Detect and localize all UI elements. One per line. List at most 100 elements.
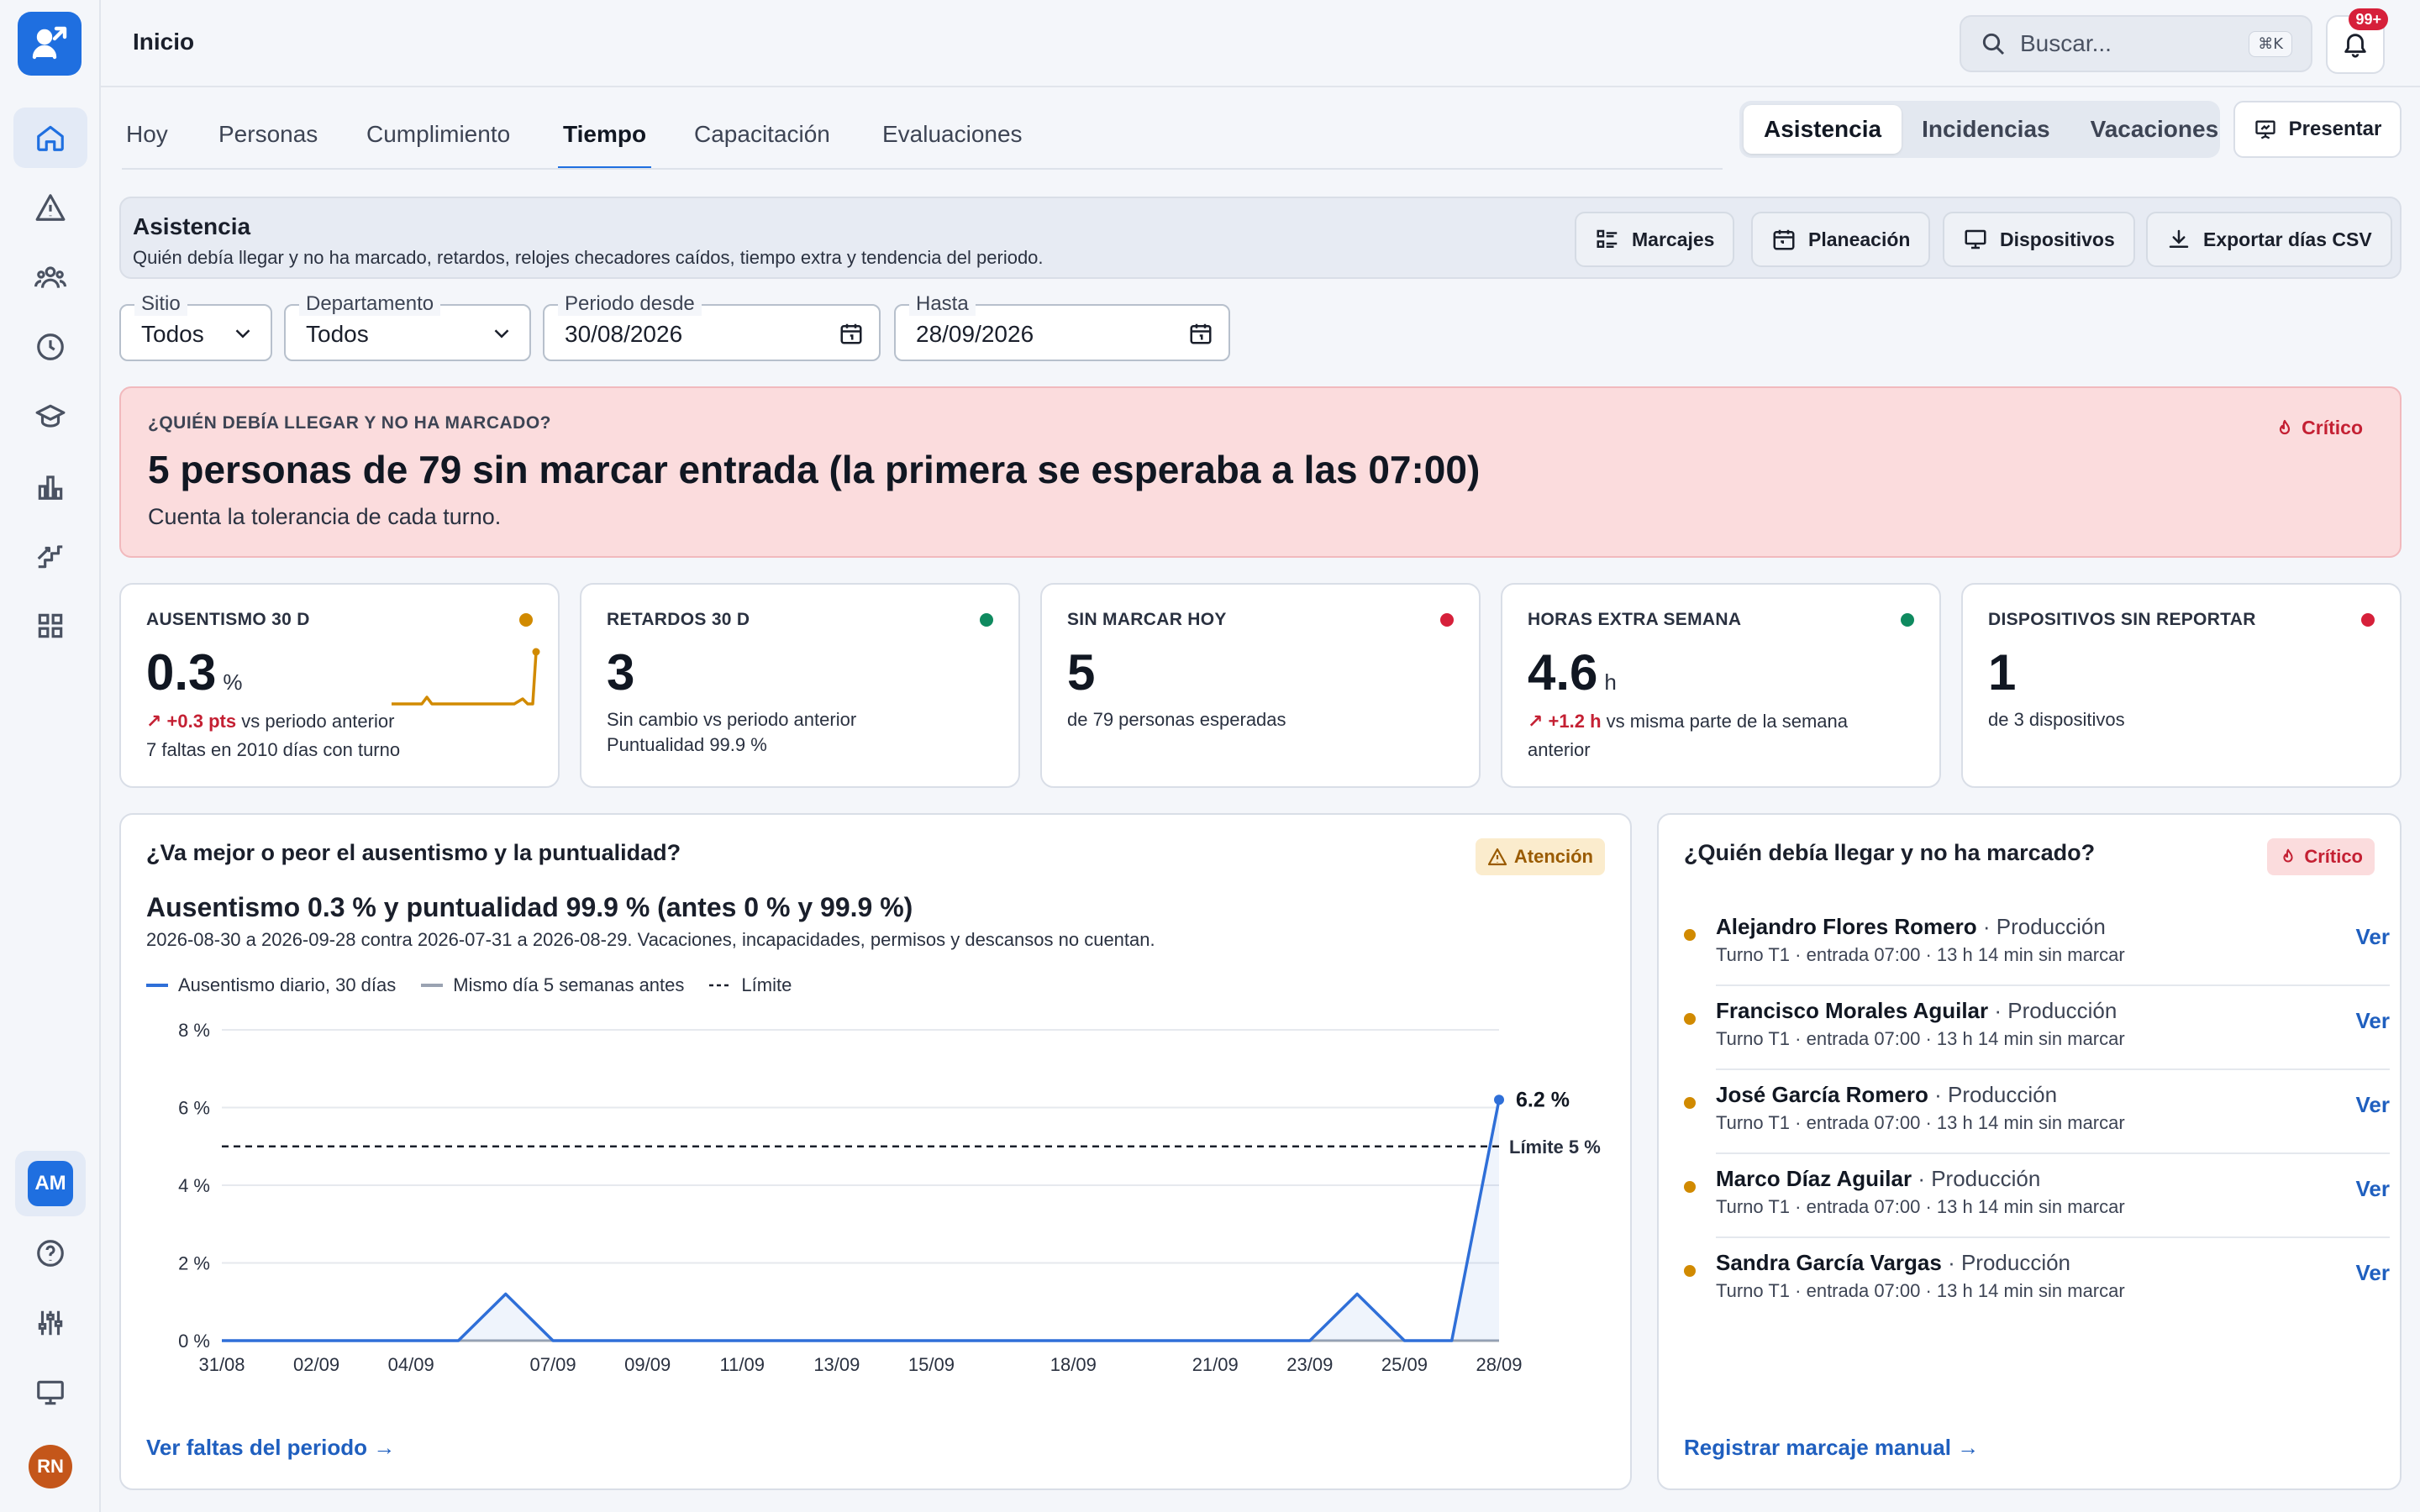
calendar-icon[interactable] — [839, 321, 864, 350]
segment-vacaciones[interactable]: Vacaciones — [2070, 105, 2239, 154]
view-absences-link[interactable]: Ver faltas del periodo → — [146, 1435, 395, 1461]
dispositivos-button[interactable]: Dispositivos — [1943, 212, 2135, 267]
nav-alerts[interactable] — [13, 177, 87, 238]
user-avatar[interactable]: RN — [29, 1445, 72, 1488]
site-select[interactable]: Sitio Todos — [119, 292, 272, 361]
nav-home[interactable] — [13, 108, 87, 168]
x-tick-label: 07/09 — [530, 1354, 576, 1375]
download-icon — [2169, 229, 2189, 248]
person-name: Marco Díaz Aguilar · Producción — [1716, 1166, 2041, 1191]
tab-tiempo[interactable]: Tiempo — [558, 121, 652, 170]
planeacion-button[interactable]: Planeación — [1751, 212, 1931, 267]
kpi-value: 1 — [1988, 644, 2017, 701]
missing-punch-alert: ¿QUIÉN DEBÍA LLEGAR Y NO HA MARCADO? 5 p… — [119, 386, 2402, 558]
nav-settings[interactable] — [13, 1293, 87, 1353]
department-select[interactable]: Departamento Todos — [284, 292, 531, 361]
workspace-switcher[interactable]: AM — [15, 1151, 86, 1216]
last-value-label: 6.2 % — [1516, 1088, 1570, 1111]
period-from-field[interactable]: Periodo desde 30/08/2026 — [543, 292, 881, 361]
view-person-link[interactable]: Ver — [2356, 924, 2391, 950]
segment-incidencias[interactable]: Incidencias — [1902, 105, 2070, 154]
kpi-detail: anterior — [1528, 739, 1591, 760]
tab-personas[interactable]: Personas — [218, 121, 318, 166]
kpi-sin-marcar[interactable]: SIN MARCAR HOY 5 de 79 personas esperada… — [1040, 583, 1481, 788]
x-tick-label: 21/09 — [1192, 1354, 1239, 1375]
nav-apps[interactable] — [13, 596, 87, 656]
app-logo[interactable] — [18, 12, 82, 76]
absenteeism-line-chart: 0 % 2 % 4 % 6 % 8 % 31/08 02/09 04/09 07/09 09/09… — [178, 1020, 1601, 1375]
warning-icon — [1487, 848, 1507, 866]
nav-help[interactable] — [13, 1223, 87, 1284]
segment-asistencia[interactable]: Asistencia — [1744, 105, 1902, 154]
view-person-link[interactable]: Ver — [2356, 1008, 2391, 1034]
main-tabs: Hoy Personas Cumplimiento Tiempo Capacit… — [101, 87, 1042, 171]
kpi-label: RETARDOS 30 D — [607, 610, 750, 629]
missing-person-row[interactable]: Alejandro Flores Romero · Producción Turn… — [1684, 902, 2390, 986]
person-detail: Turno T1 · entrada 07:00 · 13 h 14 min s… — [1716, 1196, 2125, 1217]
manual-punch-link[interactable]: Registrar marcaje manual → — [1684, 1435, 1979, 1461]
nav-training[interactable] — [13, 386, 87, 447]
sliders-icon — [38, 1310, 63, 1336]
export-csv-button[interactable]: Exportar días CSV — [2146, 212, 2392, 267]
nav-reports[interactable] — [13, 456, 87, 517]
x-tick-label: 25/09 — [1381, 1354, 1428, 1375]
kpi-value: 4.6 h — [1528, 644, 1617, 701]
y-tick-label: 6 % — [178, 1098, 210, 1119]
kpi-ausentismo[interactable]: AUSENTISMO 30 D 0.3% ↗ +0.3 pts vs perio… — [119, 583, 560, 788]
nav-career[interactable] — [13, 526, 87, 586]
planeacion-label: Planeación — [1808, 228, 1911, 250]
tab-cumplimiento[interactable]: Cumplimiento — [366, 121, 510, 166]
nav-time[interactable] — [13, 317, 87, 377]
calendar-icon[interactable] — [1188, 321, 1213, 350]
legend-item-previous: Mismo día 5 semanas antes — [421, 974, 685, 995]
y-tick-label: 8 % — [178, 1020, 210, 1041]
kpi-value: 0.3% — [146, 644, 243, 701]
x-tick-label: 09/09 — [624, 1354, 671, 1375]
attention-badge: Atención — [1475, 838, 1605, 875]
nav-display[interactable] — [13, 1362, 87, 1423]
tab-capacitacion[interactable]: Capacitación — [694, 121, 830, 166]
top-bar: Inicio Buscar... ⌘K 99+ — [101, 0, 2420, 87]
tab-evaluaciones[interactable]: Evaluaciones — [882, 121, 1023, 166]
kpi-horas-extra[interactable]: HORAS EXTRA SEMANA 4.6 h ↗ +1.2 h vs mism… — [1501, 583, 1941, 788]
present-button[interactable]: Presentar — [2233, 101, 2402, 158]
panel-title: ¿Va mejor o peor el ausentismo y la punt… — [146, 840, 681, 865]
person-detail: Turno T1 · entrada 07:00 · 13 h 14 min s… — [1716, 1028, 2125, 1049]
kpi-dispositivos[interactable]: DISPOSITIVOS SIN REPORTAR 1 de 3 disposi… — [1961, 583, 2402, 788]
alert-note: Cuenta la tolerancia de cada turno. — [148, 504, 502, 529]
view-person-link[interactable]: Ver — [2356, 1092, 2391, 1118]
sparkline — [392, 648, 540, 706]
missing-person-row[interactable]: José García Romero · Producción Turno T1 … — [1684, 1070, 2390, 1154]
kpi-detail-2: Puntualidad 99.9 % — [607, 734, 767, 755]
critical-badge: Crítico — [2267, 838, 2375, 875]
person-detail: Turno T1 · entrada 07:00 · 13 h 14 min s… — [1716, 944, 2125, 965]
marcajes-button[interactable]: Marcajes — [1575, 212, 1735, 267]
kpi-label: SIN MARCAR HOY — [1067, 610, 1227, 629]
person-arrow-icon — [32, 26, 67, 60]
series-current-line — [222, 1099, 1501, 1342]
view-person-link[interactable]: Ver — [2356, 1260, 2391, 1286]
warning-icon — [35, 194, 66, 221]
person-name: José García Romero · Producción — [1716, 1082, 2058, 1107]
help-icon — [37, 1240, 64, 1267]
missing-person-row[interactable]: Francisco Morales Aguilar · Producción Tu… — [1684, 986, 2390, 1070]
search-input[interactable]: Buscar... ⌘K — [1960, 15, 2312, 72]
clock-icon — [37, 333, 64, 360]
period-to-field[interactable]: Hasta 28/09/2026 — [894, 292, 1230, 361]
person-name: Francisco Morales Aguilar · Producción — [1716, 998, 2118, 1023]
view-person-link[interactable]: Ver — [2356, 1176, 2391, 1202]
breadcrumb[interactable]: Inicio — [133, 29, 194, 55]
section-title: Asistencia — [133, 213, 251, 239]
notifications-button[interactable]: 99+ — [2326, 8, 2388, 74]
missing-person-row[interactable]: Marco Díaz Aguilar · Producción Turno T1 … — [1684, 1154, 2390, 1238]
kpi-value: 3 — [607, 644, 635, 701]
nav-people[interactable] — [13, 247, 87, 307]
kpi-retardos[interactable]: RETARDOS 30 D 3 Sin cambio vs periodo an… — [580, 583, 1020, 788]
y-tick-label: 2 % — [178, 1253, 210, 1274]
legend-item-limit: Límite — [709, 974, 792, 995]
person-detail: Turno T1 · entrada 07:00 · 13 h 14 min s… — [1716, 1280, 2125, 1301]
chart-headline: Ausentismo 0.3 % y puntualidad 99.9 % (a… — [146, 892, 913, 922]
tab-hoy[interactable]: Hoy — [126, 121, 168, 166]
status-dot — [980, 613, 993, 627]
missing-person-row[interactable]: Sandra García Vargas · Producción Turno T… — [1684, 1238, 2390, 1322]
